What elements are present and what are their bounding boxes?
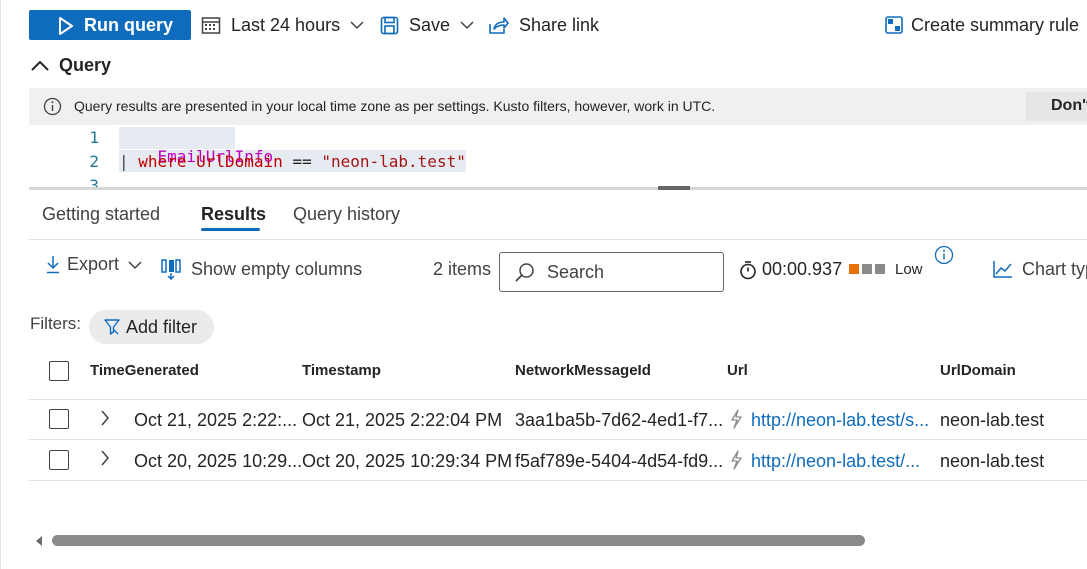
query-duration: 00:00.937 bbox=[739, 259, 842, 280]
info-icon bbox=[43, 97, 62, 116]
tab-getting-started[interactable]: Getting started bbox=[42, 204, 160, 225]
column-header-timegenerated[interactable]: TimeGenerated bbox=[90, 362, 199, 379]
tab-query-history[interactable]: Query history bbox=[293, 204, 400, 225]
resource-level-label: Low bbox=[895, 261, 923, 278]
cell-timestamp: Oct 20, 2025 10:29:34 PM bbox=[302, 451, 513, 471]
results-search[interactable] bbox=[499, 252, 724, 292]
scroll-left-arrow-icon[interactable] bbox=[35, 535, 43, 547]
search-icon bbox=[515, 262, 534, 282]
column-header-networkmessageid[interactable]: NetworkMessageId bbox=[515, 362, 651, 379]
add-filter-button[interactable]: Add filter bbox=[89, 310, 214, 344]
cell-url-link[interactable]: http://neon-lab.test/... bbox=[751, 451, 920, 472]
row-divider bbox=[29, 439, 1087, 440]
cell-network-message-id: f5af789e-5404-4d54-fd9... bbox=[515, 451, 724, 471]
line-number: 2 bbox=[89, 152, 99, 171]
query-section-title: Query bbox=[59, 55, 112, 75]
show-empty-columns-toggle[interactable]: Show empty columns bbox=[160, 258, 362, 280]
share-icon bbox=[489, 16, 509, 34]
cell-timestamp: Oct 21, 2025 2:22:04 PM bbox=[302, 410, 503, 430]
summary-rule-icon bbox=[885, 16, 903, 34]
lightning-icon bbox=[731, 409, 742, 429]
export-label: Export bbox=[67, 254, 120, 274]
where-keyword: where bbox=[138, 152, 187, 171]
row-divider bbox=[29, 480, 1087, 481]
scrollbar-thumb[interactable] bbox=[52, 535, 865, 546]
column-header-urldomain[interactable]: UrlDomain bbox=[940, 362, 1016, 379]
create-summary-rule-button[interactable]: Create summary rule bbox=[885, 12, 1079, 38]
filter-icon bbox=[104, 319, 120, 335]
save-icon bbox=[380, 16, 399, 34]
chevron-up-icon bbox=[31, 60, 49, 71]
column-header-url[interactable]: Url bbox=[727, 362, 748, 379]
item-count: 2 items bbox=[433, 259, 492, 279]
cell-time-generated: Oct 20, 2025 10:29... bbox=[134, 451, 303, 471]
chevron-right-icon[interactable] bbox=[100, 450, 110, 466]
query-section-toggle[interactable]: Query bbox=[31, 55, 111, 76]
editor-results-splitter[interactable] bbox=[29, 187, 1087, 190]
time-range-label: Last 24 hours bbox=[231, 14, 341, 35]
search-input[interactable] bbox=[545, 260, 715, 284]
download-icon bbox=[47, 256, 59, 274]
add-filter-label: Add filter bbox=[126, 316, 198, 337]
chevron-down-icon bbox=[128, 260, 142, 269]
cell-time-generated: Oct 21, 2025 2:22:... bbox=[134, 410, 298, 430]
line-number: 3 bbox=[89, 176, 99, 187]
select-all-checkbox[interactable] bbox=[49, 361, 69, 381]
level-bar-filled bbox=[849, 264, 859, 274]
create-summary-rule-label: Create summary rule bbox=[911, 14, 1080, 35]
column-header-timestamp[interactable]: Timestamp bbox=[302, 362, 381, 379]
pane-border bbox=[0, 0, 1, 569]
chevron-down-icon bbox=[460, 21, 474, 30]
stopwatch-icon bbox=[740, 260, 756, 279]
line-number: 1 bbox=[89, 128, 99, 147]
chevron-right-icon[interactable] bbox=[100, 410, 110, 426]
time-range-dropdown[interactable]: Last 24 hours bbox=[201, 12, 374, 38]
share-link-label: Share link bbox=[519, 14, 600, 35]
lightning-icon bbox=[731, 450, 742, 470]
cell-network-message-id: 3aa1ba5b-7d62-4ed1-f7... bbox=[515, 410, 724, 430]
share-link-button[interactable]: Share link bbox=[488, 12, 599, 38]
run-query-button[interactable]: Run query bbox=[29, 10, 191, 40]
cell-url-domain: neon-lab.test bbox=[940, 451, 1045, 471]
chart-type-button[interactable]: Chart typ bbox=[992, 259, 1087, 280]
resource-usage-meter bbox=[849, 264, 885, 274]
dont-show-again-button[interactable]: Don't bbox=[1026, 92, 1087, 121]
row-checkbox[interactable] bbox=[49, 450, 69, 470]
cell-url-link[interactable]: http://neon-lab.test/s... bbox=[751, 410, 929, 431]
tab-results[interactable]: Results bbox=[201, 204, 266, 225]
filters-label: Filters: bbox=[30, 314, 81, 333]
info-icon[interactable] bbox=[934, 245, 954, 265]
export-dropdown[interactable]: Export bbox=[45, 254, 142, 275]
header-divider bbox=[29, 399, 1087, 400]
empty-columns-icon bbox=[161, 259, 181, 280]
code-line-2: | where UrlDomain == "neon-lab.test" bbox=[119, 152, 466, 171]
query-editor[interactable]: 1 2 3 EmailUrlInfo | where UrlDomain == … bbox=[29, 125, 1087, 187]
info-text: Query results are presented in your loca… bbox=[74, 98, 716, 114]
string-literal: "neon-lab.test" bbox=[321, 152, 466, 171]
chevron-down-icon bbox=[350, 21, 364, 30]
chart-type-label: Chart typ bbox=[1022, 259, 1087, 279]
show-empty-columns-label: Show empty columns bbox=[191, 258, 363, 279]
operator-token: == bbox=[292, 152, 312, 171]
row-checkbox[interactable] bbox=[49, 409, 69, 429]
tabs-divider bbox=[29, 239, 1087, 240]
info-bar: Query results are presented in your loca… bbox=[29, 88, 1087, 125]
level-bar bbox=[862, 264, 872, 274]
field-token: UrlDomain bbox=[196, 152, 283, 171]
cell-url-domain: neon-lab.test bbox=[940, 410, 1045, 430]
pipe-token: | bbox=[119, 152, 129, 171]
play-icon bbox=[59, 17, 73, 35]
level-bar bbox=[875, 264, 885, 274]
save-dropdown[interactable]: Save bbox=[380, 12, 484, 38]
run-query-label: Run query bbox=[84, 14, 174, 35]
calendar-icon bbox=[201, 17, 221, 34]
duration-value: 00:00.937 bbox=[762, 259, 843, 279]
active-tab-indicator bbox=[201, 228, 260, 231]
splitter-grip[interactable] bbox=[658, 186, 690, 190]
line-chart-icon bbox=[993, 261, 1012, 278]
save-label: Save bbox=[409, 14, 451, 35]
